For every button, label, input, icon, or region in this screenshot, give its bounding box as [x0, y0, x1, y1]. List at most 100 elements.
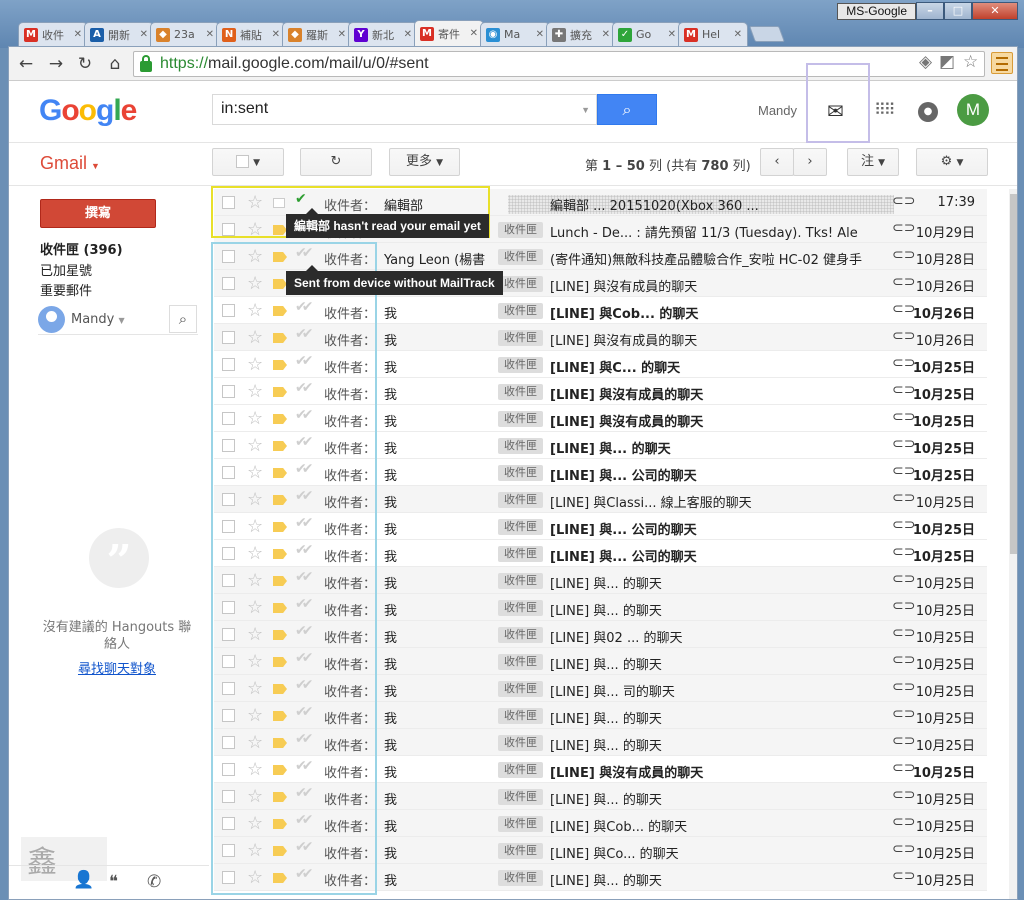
star-icon[interactable]: ☆ — [247, 759, 263, 780]
notifications-icon[interactable]: ● — [918, 102, 938, 122]
profile-button[interactable]: MS-Google — [837, 3, 916, 20]
star-icon[interactable]: ☆ — [247, 516, 263, 537]
importance-marker-icon[interactable] — [273, 630, 287, 640]
star-icon[interactable]: ☆ — [247, 732, 263, 753]
importance-marker-icon[interactable] — [273, 873, 287, 883]
table-row[interactable]: ☆ ✔✔ 收件者： 我收件匣 [LINE] 與C... 的聊天 ⊂⊃ 10月25日 — [214, 351, 987, 378]
close-tab-icon[interactable]: ✕ — [206, 29, 214, 40]
row-checkbox[interactable] — [222, 466, 235, 479]
inbox-label[interactable]: 收件匣 — [498, 627, 543, 643]
star-icon[interactable]: ☆ — [247, 219, 263, 240]
tab-0[interactable]: M 收件 ✕ — [18, 22, 88, 46]
apps-grid-icon[interactable]: ⠿⠿ — [874, 100, 895, 119]
find-contacts-link[interactable]: 尋找聊天對象 — [37, 658, 197, 677]
row-checkbox[interactable] — [222, 574, 235, 587]
table-row[interactable]: ☆ ✔✔ 收件者： 我收件匣 [LINE] 與沒有成員的聊天 ⊂⊃ 10月25日 — [214, 378, 987, 405]
star-icon[interactable]: ☆ — [247, 705, 263, 726]
extension-icon[interactable]: ◩ — [939, 52, 955, 72]
tab-4[interactable]: ◆ 羅斯 ✕ — [282, 22, 352, 46]
mailtrack-link-icon[interactable]: ⊂⊃ — [892, 652, 915, 668]
mailtrack-link-icon[interactable]: ⊂⊃ — [892, 220, 915, 236]
row-checkbox[interactable] — [222, 844, 235, 857]
sidebar-item-starred[interactable]: 已加星號 — [40, 260, 92, 279]
browser-menu-icon[interactable] — [991, 52, 1013, 74]
inbox-label[interactable]: 收件匣 — [498, 438, 543, 454]
inbox-label[interactable]: 收件匣 — [498, 573, 543, 589]
importance-marker-icon[interactable] — [273, 549, 287, 559]
inbox-label[interactable]: 收件匣 — [498, 411, 543, 427]
row-checkbox[interactable] — [222, 358, 235, 371]
row-checkbox[interactable] — [222, 601, 235, 614]
importance-marker-icon[interactable] — [273, 684, 287, 694]
contacts-icon[interactable]: 👤 — [73, 870, 94, 890]
sidebar-item-important[interactable]: 重要郵件 — [40, 280, 92, 299]
inbox-label[interactable]: 收件匣 — [498, 870, 543, 886]
importance-marker-icon[interactable] — [273, 657, 287, 667]
mailtrack-link-icon[interactable]: ⊂⊃ — [892, 679, 915, 695]
importance-marker-icon[interactable] — [273, 468, 287, 478]
search-options-icon[interactable]: ▼ — [581, 105, 590, 115]
row-checkbox[interactable] — [222, 223, 235, 236]
inbox-label[interactable]: 收件匣 — [498, 735, 543, 751]
row-checkbox[interactable] — [222, 250, 235, 263]
scrollbar[interactable] — [1009, 189, 1017, 899]
importance-marker-icon[interactable] — [273, 414, 287, 424]
inbox-label[interactable]: 收件匣 — [498, 654, 543, 670]
table-row[interactable]: ☆ ✔✔ 收件者： 我收件匣 [LINE] 與沒有成員的聊天 ⊂⊃ 10月25日 — [214, 756, 987, 783]
star-icon[interactable]: ☆ — [247, 597, 263, 618]
importance-marker-icon[interactable] — [273, 198, 285, 208]
star-icon[interactable]: ☆ — [247, 327, 263, 348]
close-button[interactable]: ✕ — [972, 2, 1018, 20]
row-checkbox[interactable] — [222, 385, 235, 398]
star-icon[interactable]: ☆ — [247, 435, 263, 456]
table-row[interactable]: ☆ ✔✔ 收件者： 我 收件匣 [LINE] 與... 的聊天 ⊂⊃ 10月25日 — [214, 702, 987, 729]
inbox-label[interactable]: 收件匣 — [498, 303, 543, 319]
importance-marker-icon[interactable] — [273, 495, 287, 505]
star-icon[interactable]: ☆ — [247, 273, 263, 294]
row-checkbox[interactable] — [222, 520, 235, 533]
refresh-button[interactable]: ↻ — [300, 148, 372, 176]
importance-marker-icon[interactable] — [273, 846, 287, 856]
sidebar-item-inbox[interactable]: 收件匣 (396) — [40, 239, 123, 258]
bookmark-star-icon[interactable]: ☆ — [963, 52, 978, 72]
importance-marker-icon[interactable] — [273, 792, 287, 802]
row-checkbox[interactable] — [222, 628, 235, 641]
close-tab-icon[interactable]: ✕ — [668, 29, 676, 40]
table-row[interactable]: ☆ ✔✔ 收件者： 我收件匣 [LINE] 與... 公司的聊天 ⊂⊃ 10月25… — [214, 513, 987, 540]
importance-marker-icon[interactable] — [273, 522, 287, 532]
table-row[interactable]: ☆ ✔✔ 收件者： 我 收件匣 [LINE] 與... 的聊天 ⊂⊃ 10月25日 — [214, 594, 987, 621]
row-checkbox[interactable] — [222, 331, 235, 344]
inbox-label[interactable]: 收件匣 — [498, 330, 543, 346]
account-avatar[interactable]: M — [957, 94, 989, 126]
importance-marker-icon[interactable] — [273, 225, 287, 235]
row-checkbox[interactable] — [222, 709, 235, 722]
table-row[interactable]: ☆ ✔✔ 收件者： 我 收件匣 [LINE] 與... 的聊天 ⊂⊃ 10月25日 — [214, 729, 987, 756]
star-icon[interactable]: ☆ — [247, 489, 263, 510]
table-row[interactable]: ☆ ✔✔ 收件者： 我 收件匣 [LINE] 與... 的聊天 ⊂⊃ 10月25日 — [214, 864, 987, 891]
row-checkbox[interactable] — [222, 736, 235, 749]
row-checkbox[interactable] — [222, 493, 235, 506]
select-all-button[interactable]: ▼ — [212, 148, 284, 176]
gmail-switcher[interactable]: Gmail ▼ — [40, 153, 100, 174]
star-icon[interactable]: ☆ — [247, 354, 263, 375]
star-icon[interactable]: ☆ — [247, 678, 263, 699]
hangouts-search-icon[interactable]: ⌕ — [169, 305, 197, 333]
importance-marker-icon[interactable] — [273, 306, 287, 316]
star-icon[interactable]: ☆ — [247, 300, 263, 321]
importance-marker-icon[interactable] — [273, 252, 287, 262]
minimize-button[interactable]: – — [916, 2, 944, 20]
inbox-label[interactable]: 收件匣 — [498, 681, 543, 697]
mailtrack-link-icon[interactable]: ⊂⊃ — [892, 328, 915, 344]
hangouts-icon[interactable]: ❝ — [109, 872, 118, 892]
row-checkbox[interactable] — [222, 871, 235, 884]
inbox-label[interactable]: 收件匣 — [498, 708, 543, 724]
tab-10[interactable]: M Hel ✕ — [678, 22, 748, 46]
star-icon[interactable]: ☆ — [247, 813, 263, 834]
inbox-label[interactable]: 收件匣 — [498, 492, 543, 508]
mailtrack-link-icon[interactable]: ⊂⊃ — [892, 625, 915, 641]
row-checkbox[interactable] — [222, 304, 235, 317]
search-input[interactable]: in:sent ▼ — [212, 94, 597, 125]
tab-8[interactable]: ✚ 擴充 ✕ — [546, 22, 616, 46]
close-tab-icon[interactable]: ✕ — [734, 29, 742, 40]
star-icon[interactable]: ☆ — [247, 786, 263, 807]
